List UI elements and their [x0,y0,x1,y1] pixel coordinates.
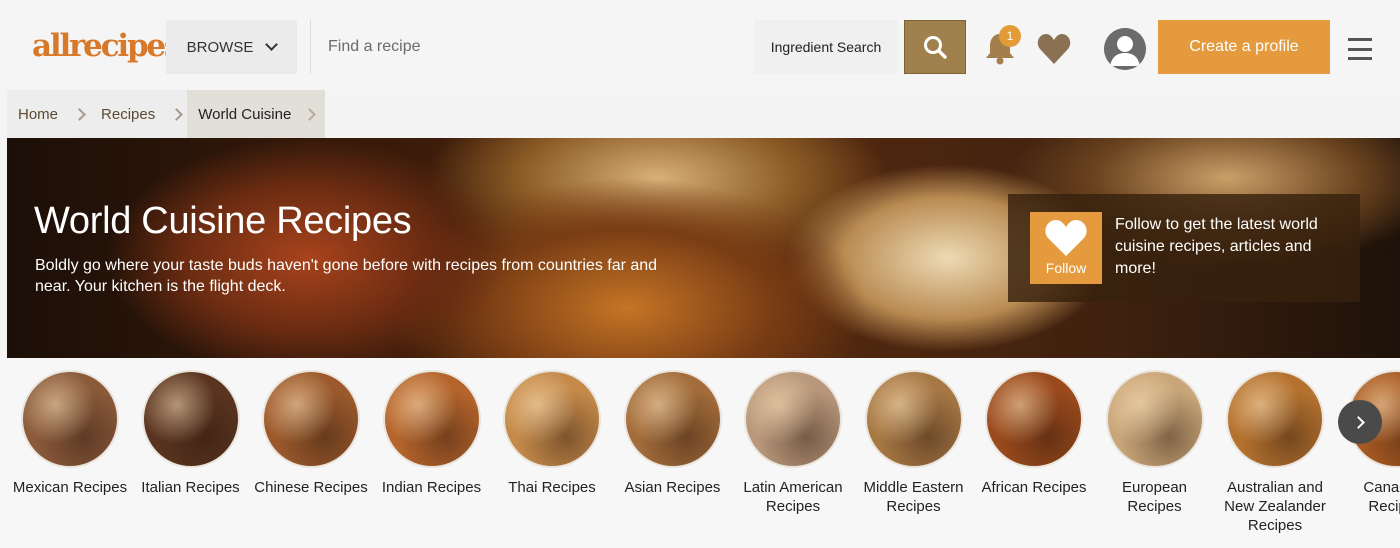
category-label[interactable]: Latin American Recipes [733,478,853,516]
category-label[interactable]: Middle Eastern Recipes [854,478,974,516]
hero-description: Boldly go where your taste buds haven't … [35,257,658,295]
menu-icon[interactable] [1348,38,1374,60]
breadcrumb: Home Recipes World Cuisine [7,90,326,138]
chevron-right-icon [69,90,90,138]
category-image[interactable] [1226,370,1324,468]
chevron-right-icon [291,107,317,121]
category-label[interactable]: Thai Recipes [492,478,612,497]
category-image[interactable] [21,370,119,468]
breadcrumb-recipes[interactable]: Recipes [90,90,166,138]
category-carousel: Mexican Recipes Italian Recipes Chinese Re… [0,358,1400,548]
browse-button[interactable]: BROWSE [166,20,297,74]
category-label[interactable]: Canadian Recipes [1336,478,1400,516]
breadcrumb-world-cuisine[interactable]: World Cuisine [187,90,326,138]
category-label[interactable]: Mexican Recipes [10,478,130,497]
allrecipes-logo[interactable]: allrecipes [32,28,181,64]
category-item[interactable]: Latin American Recipes [733,370,853,516]
category-item[interactable]: Asian Recipes [613,370,733,497]
category-item[interactable]: African Recipes [974,370,1094,497]
category-image[interactable] [262,370,360,468]
follow-panel: Follow Follow to get the latest world cu… [1008,194,1360,302]
notification-badge: 1 [999,25,1021,47]
category-label[interactable]: Australian and New Zealander Recipes [1215,478,1335,535]
category-item[interactable]: Middle Eastern Recipes [854,370,974,516]
category-image[interactable] [382,370,481,468]
breadcrumb-label: Recipes [101,105,156,123]
category-label[interactable]: Italian Recipes [131,478,251,497]
category-image[interactable] [141,370,240,468]
breadcrumb-label: Home [18,105,59,123]
category-image[interactable] [623,370,722,468]
category-item[interactable]: Chinese Recipes [251,370,371,497]
category-item[interactable]: Mexican Recipes [10,370,130,497]
category-item[interactable]: Thai Recipes [492,370,612,497]
chevron-right-icon [1351,415,1365,429]
chevron-right-icon [166,90,187,138]
follow-button[interactable]: Follow [1030,212,1102,284]
category-image[interactable] [864,370,963,468]
create-profile-button[interactable]: Create a profile [1158,20,1330,74]
header-divider [310,20,311,74]
search-input[interactable] [320,20,740,74]
chevron-down-icon [265,38,279,51]
menu-bar [1348,38,1372,41]
category-label[interactable]: Chinese Recipes [251,478,371,497]
search-button[interactable] [904,20,966,74]
heart-icon [1045,220,1087,256]
category-label[interactable]: European Recipes [1095,478,1215,516]
user-icon [1104,28,1146,70]
page-title: World Cuisine Recipes [34,200,412,242]
browse-label: BROWSE [186,38,254,56]
category-item[interactable]: Canadian Recipes [1336,370,1400,516]
category-item[interactable]: Italian Recipes [131,370,251,497]
carousel-next-button[interactable] [1338,400,1382,444]
breadcrumb-label: World Cuisine [198,105,292,123]
category-item[interactable]: Australian and New Zealander Recipes [1215,370,1335,535]
follow-description: Follow to get the latest world cuisine r… [1115,216,1318,277]
hero-banner: World Cuisine Recipes Boldly go where yo… [7,138,1400,358]
category-image[interactable] [985,370,1083,468]
category-label[interactable]: Asian Recipes [613,478,733,497]
search-icon [924,36,947,59]
heart-icon[interactable] [1036,32,1072,66]
follow-label: Follow [1045,260,1087,276]
site-header: allrecipes BROWSE Ingredient Search 1 Cr… [0,0,1400,90]
category-image[interactable] [503,370,601,468]
menu-bar [1348,47,1372,51]
category-image[interactable] [1105,370,1204,468]
ingredient-search-button[interactable]: Ingredient Search [754,20,898,74]
category-label[interactable]: Indian Recipes [372,478,492,497]
category-item[interactable]: European Recipes [1095,370,1215,516]
category-label[interactable]: African Recipes [974,478,1094,497]
category-item[interactable]: Indian Recipes [372,370,492,497]
category-image[interactable] [744,370,842,468]
user-avatar[interactable] [1104,28,1146,70]
breadcrumb-home[interactable]: Home [7,90,69,138]
menu-bar [1348,57,1372,60]
